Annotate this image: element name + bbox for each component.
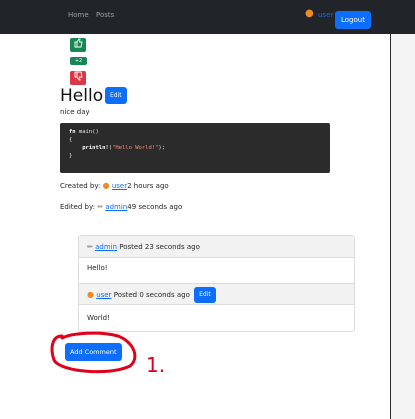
code-string: "Hello World!" bbox=[112, 145, 159, 151]
admin-avatar-icon: ✏ bbox=[87, 243, 93, 251]
thumbs-down-icon[interactable] bbox=[70, 71, 86, 85]
fox-avatar-icon: ● bbox=[87, 290, 94, 299]
code-line: println!("Hello World!"); bbox=[69, 144, 321, 152]
created-by-line: Created by: ● user2 hours ago bbox=[60, 181, 169, 190]
code-line: fn main() bbox=[69, 128, 321, 136]
nav-home-link[interactable]: Home bbox=[68, 11, 89, 19]
thumbs-up-icon-glyph bbox=[74, 38, 83, 48]
comment-body: Hello! bbox=[87, 264, 108, 272]
code-block: fn main() { println!("Hello World!"); } bbox=[60, 123, 330, 173]
code-line: } bbox=[69, 152, 321, 160]
fox-avatar-icon: ● bbox=[102, 181, 110, 190]
nav-posts-link[interactable]: Posts bbox=[96, 11, 114, 19]
comment-meta: Posted 0 seconds ago bbox=[111, 291, 190, 299]
created-by-user-link[interactable]: user bbox=[112, 182, 127, 190]
nav-user-link[interactable]: user bbox=[318, 11, 333, 19]
post-body: nice day bbox=[60, 108, 90, 116]
edited-time: 49 seconds ago bbox=[127, 203, 183, 211]
edited-by-label: Edited by: bbox=[60, 203, 98, 211]
navbar: Home Posts ● user Logout bbox=[0, 0, 415, 34]
admin-avatar-icon: ✏ bbox=[97, 203, 104, 211]
code-text: ); bbox=[158, 145, 166, 151]
thumbs-down-icon-glyph bbox=[74, 71, 83, 81]
edited-by-user-link[interactable]: admin bbox=[105, 203, 127, 211]
code-keyword: fn bbox=[69, 129, 76, 135]
add-comment-button[interactable]: Add Comment bbox=[65, 343, 122, 361]
code-text: main() bbox=[75, 129, 99, 135]
comment-author-link[interactable]: user bbox=[96, 291, 111, 299]
post-title: Hello bbox=[60, 86, 104, 106]
comment-header: ● user Posted 0 seconds ago Edit bbox=[79, 283, 354, 305]
fox-avatar-icon: ● bbox=[305, 8, 314, 19]
page-container bbox=[0, 0, 391, 419]
edit-post-button[interactable]: Edit bbox=[105, 87, 127, 104]
created-time: 2 hours ago bbox=[127, 182, 169, 190]
comment-meta: Posted 23 seconds ago bbox=[117, 243, 200, 251]
created-by-label: Created by: bbox=[60, 182, 103, 190]
thumbs-up-icon[interactable] bbox=[70, 38, 86, 52]
comment-header: ✏ admin Posted 23 seconds ago bbox=[79, 236, 354, 258]
code-text: { bbox=[69, 137, 73, 143]
code-line: { bbox=[69, 136, 321, 144]
code-keyword: println! bbox=[69, 145, 109, 151]
comment-body: World! bbox=[87, 314, 110, 322]
comment-author-link[interactable]: admin bbox=[95, 243, 117, 251]
edit-comment-button[interactable]: Edit bbox=[194, 287, 216, 303]
code-text: } bbox=[69, 153, 73, 159]
logout-button[interactable]: Logout bbox=[335, 11, 371, 29]
comments-list: ✏ admin Posted 23 seconds ago Hello! ● u… bbox=[78, 235, 355, 332]
edited-by-line: Edited by: ✏ admin49 seconds ago bbox=[60, 203, 182, 211]
vote-count-badge: +2 bbox=[70, 57, 87, 65]
